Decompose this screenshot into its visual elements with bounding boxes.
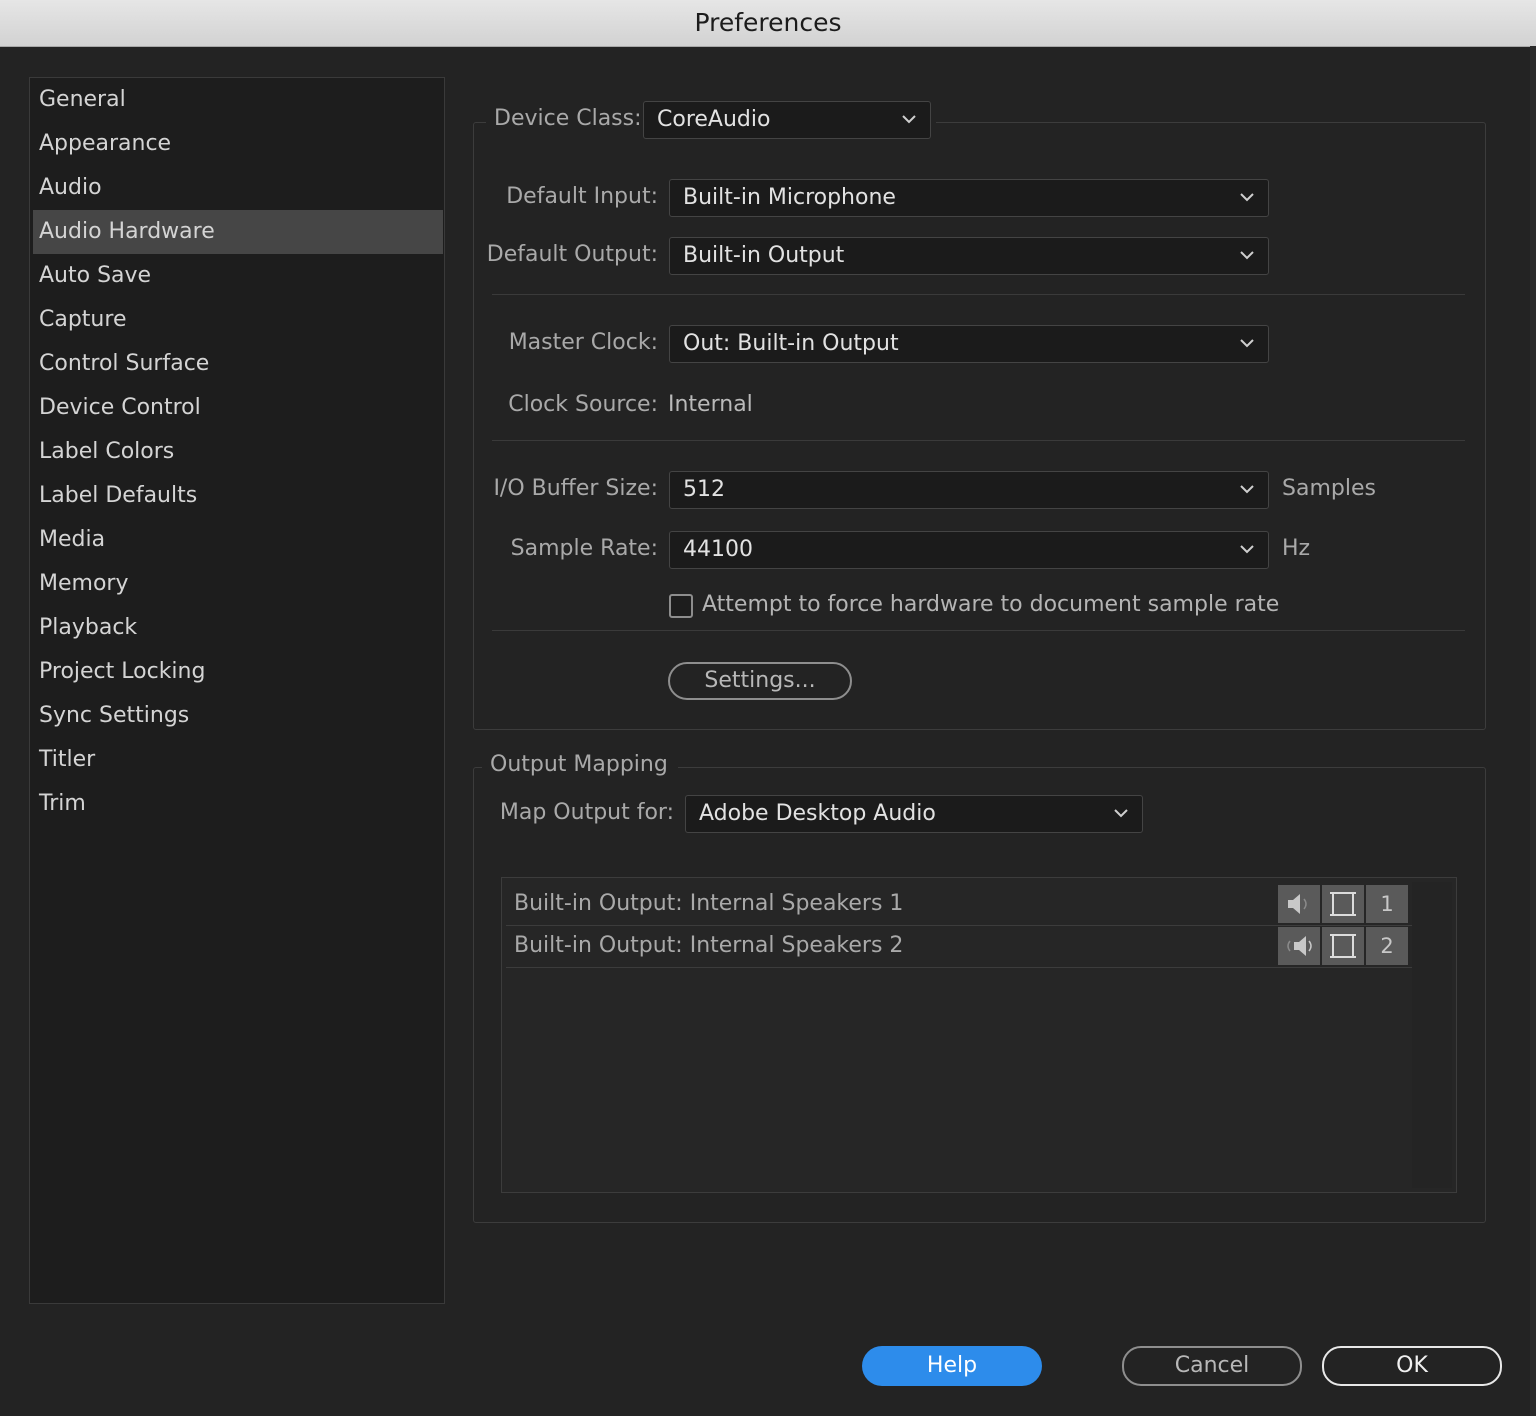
force-rate-label: Attempt to force hardware to document sa… (702, 592, 1280, 617)
master-clock-label: Master Clock: (508, 330, 658, 355)
divider (492, 440, 1465, 441)
buffer-size-label: I/O Buffer Size: (493, 476, 658, 501)
sample-rate-select[interactable]: 44100 (669, 531, 1269, 569)
divider (492, 294, 1465, 295)
sidebar-item-trim[interactable]: Trim (33, 782, 443, 826)
buffer-size-select[interactable]: 512 (669, 471, 1269, 509)
list-scrollbar-track[interactable] (1412, 882, 1452, 1188)
default-output-select[interactable]: Built-in Output (669, 237, 1269, 275)
sample-rate-unit: Hz (1282, 536, 1311, 561)
output-mapping-list: Built-in Output: Internal Speakers 1 1 B… (501, 877, 1457, 1193)
buffer-unit: Samples (1282, 476, 1376, 501)
default-input-select[interactable]: Built-in Microphone (669, 179, 1269, 217)
default-output-value: Built-in Output (683, 243, 845, 268)
channel-routing-icon[interactable] (1322, 885, 1364, 923)
sidebar-item-media[interactable]: Media (33, 518, 443, 562)
sidebar-item-appearance[interactable]: Appearance (33, 122, 443, 166)
sidebar-item-label-defaults[interactable]: Label Defaults (33, 474, 443, 518)
cancel-button[interactable]: Cancel (1122, 1346, 1302, 1386)
channel-number: 1 (1366, 885, 1408, 923)
chevron-down-icon (1240, 251, 1254, 260)
device-class-select[interactable]: CoreAudio (643, 101, 931, 139)
chevron-down-icon (1114, 809, 1128, 818)
ok-button[interactable]: OK (1322, 1346, 1502, 1386)
buffer-size-value: 512 (683, 477, 725, 502)
device-class-label: Device Class: (494, 106, 642, 131)
chevron-down-icon (1240, 193, 1254, 202)
chevron-down-icon (1240, 339, 1254, 348)
preferences-window: Preferences General Appearance Audio Aud… (0, 0, 1536, 1416)
sidebar-item-auto-save[interactable]: Auto Save (33, 254, 443, 298)
window-edge (1530, 46, 1536, 1416)
sidebar-item-device-control[interactable]: Device Control (33, 386, 443, 430)
channel-name: Built-in Output: Internal Speakers 2 (514, 933, 904, 958)
sidebar-item-general[interactable]: General (33, 78, 443, 122)
divider (492, 630, 1465, 631)
chevron-down-icon (1240, 545, 1254, 554)
master-clock-select[interactable]: Out: Built-in Output (669, 325, 1269, 363)
sidebar-item-audio[interactable]: Audio (33, 166, 443, 210)
preferences-sidebar: General Appearance Audio Audio Hardware … (29, 77, 445, 1304)
sidebar-item-titler[interactable]: Titler (33, 738, 443, 782)
channel-name: Built-in Output: Internal Speakers 1 (514, 891, 904, 916)
sidebar-item-playback[interactable]: Playback (33, 606, 443, 650)
sidebar-item-label-colors[interactable]: Label Colors (33, 430, 443, 474)
chevron-down-icon (1240, 485, 1254, 494)
help-button[interactable]: Help (862, 1346, 1042, 1386)
sidebar-item-project-locking[interactable]: Project Locking (33, 650, 443, 694)
output-mapping-title: Output Mapping (490, 752, 668, 777)
sidebar-item-control-surface[interactable]: Control Surface (33, 342, 443, 386)
clock-source-label: Clock Source: (508, 392, 658, 417)
device-class-value: CoreAudio (657, 107, 771, 132)
map-output-for-label: Map Output for: (499, 800, 674, 825)
sidebar-item-memory[interactable]: Memory (33, 562, 443, 606)
master-clock-value: Out: Built-in Output (683, 331, 899, 356)
speaker-right-icon[interactable] (1278, 927, 1320, 965)
map-output-for-value: Adobe Desktop Audio (699, 801, 936, 826)
title-bar[interactable]: Preferences (0, 0, 1536, 47)
sample-rate-value: 44100 (683, 537, 753, 562)
sidebar-item-audio-hardware[interactable]: Audio Hardware (33, 210, 443, 254)
list-item[interactable]: Built-in Output: Internal Speakers 2 2 (506, 926, 1412, 968)
sidebar-item-sync-settings[interactable]: Sync Settings (33, 694, 443, 738)
window-title: Preferences (694, 8, 842, 37)
channel-number: 2 (1366, 927, 1408, 965)
list-item[interactable]: Built-in Output: Internal Speakers 1 1 (506, 884, 1412, 926)
settings-button[interactable]: Settings... (668, 662, 852, 700)
sample-rate-label: Sample Rate: (510, 536, 658, 561)
default-output-label: Default Output: (486, 242, 658, 267)
force-rate-checkbox[interactable] (669, 594, 693, 618)
speaker-left-icon[interactable] (1278, 885, 1320, 923)
default-input-label: Default Input: (506, 184, 658, 209)
channel-routing-icon[interactable] (1322, 927, 1364, 965)
map-output-for-select[interactable]: Adobe Desktop Audio (685, 795, 1143, 833)
sidebar-item-capture[interactable]: Capture (33, 298, 443, 342)
default-input-value: Built-in Microphone (683, 185, 896, 210)
chevron-down-icon (902, 115, 916, 124)
clock-source-value: Internal (668, 392, 753, 417)
